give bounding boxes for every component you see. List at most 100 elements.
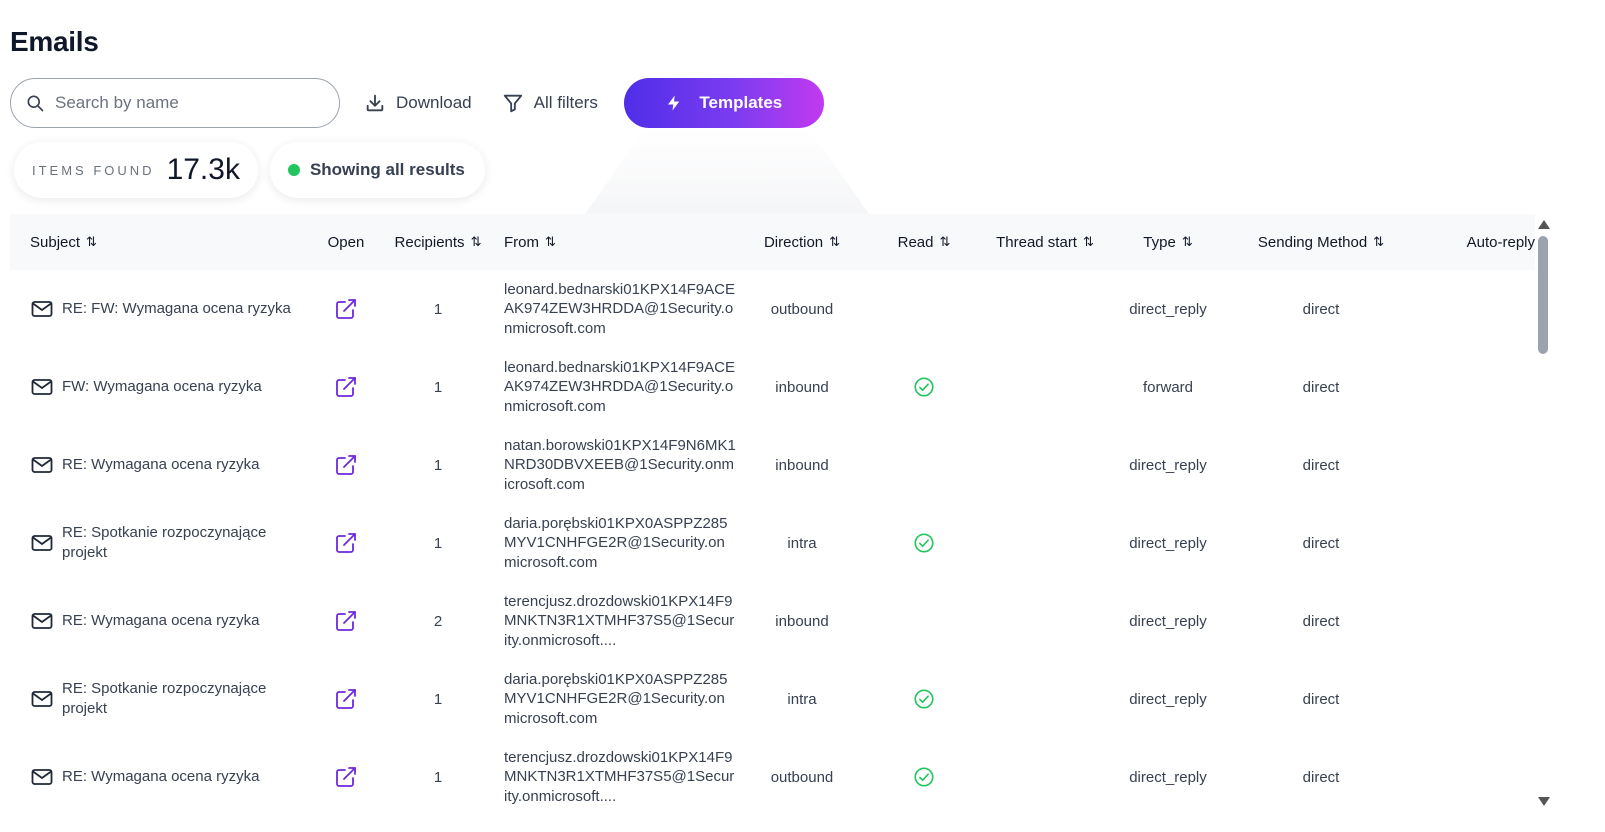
scroll-down-arrow-icon[interactable] xyxy=(1538,797,1550,806)
column-label: Direction xyxy=(763,233,824,251)
read-cell xyxy=(858,532,990,554)
sort-icon: ⇅ xyxy=(1373,234,1385,249)
column-label: Type xyxy=(1143,233,1176,251)
from-cell: natan.borowski01KPX14F9N6MK1NRD30DBVXEEB… xyxy=(496,436,746,495)
all-filters-button[interactable]: All filters xyxy=(502,78,598,128)
items-found-label: ITEMS FOUND xyxy=(32,162,155,178)
open-cell xyxy=(312,531,380,555)
direction-cell: outbound xyxy=(770,768,834,786)
column-header-direction[interactable]: Direction ⇅ xyxy=(746,234,858,251)
templates-button[interactable]: Templates xyxy=(623,78,824,128)
direction-cell: outbound xyxy=(770,300,834,318)
open-cell xyxy=(312,765,380,789)
external-link-icon[interactable] xyxy=(334,765,358,789)
table-body: RE: FW: Wymagana ocena ryzyka 1 leonard.… xyxy=(10,270,1535,814)
sort-icon: ⇅ xyxy=(86,234,97,249)
from-cell: terencjusz.drozdowski01KPX14F9MNKTN3R1XT… xyxy=(496,748,746,807)
column-header-read[interactable]: Read ⇅ xyxy=(858,234,990,251)
sort-icon: ⇅ xyxy=(1082,234,1094,249)
mail-icon xyxy=(31,535,53,551)
external-link-icon[interactable] xyxy=(334,297,358,321)
table-row[interactable]: RE: Wymagana ocena ryzyka 1 natan.borows… xyxy=(10,426,1535,504)
scroll-thumb[interactable] xyxy=(1538,236,1548,354)
subject-cell: RE: Spotkanie rozpoczynające projekt xyxy=(10,679,312,719)
sending-method-cell: direct xyxy=(1302,768,1340,786)
read-cell xyxy=(858,376,990,398)
check-circle-icon xyxy=(914,377,934,397)
search-input[interactable] xyxy=(55,93,315,113)
column-label: From xyxy=(504,233,539,251)
from-cell: terencjusz.drozdowski01KPX14F9MNKTN3R1XT… xyxy=(496,592,746,651)
templates-highlight xyxy=(582,128,872,218)
from-cell: daria.porębski01KPX0ASPPZ285MYV1CNHFGE2R… xyxy=(496,670,746,729)
type-cell: direct_reply xyxy=(1129,690,1207,708)
sort-icon: ⇅ xyxy=(545,234,556,249)
sending-method-cell: direct xyxy=(1302,456,1340,474)
sending-method-cell: direct xyxy=(1302,378,1340,396)
external-link-icon[interactable] xyxy=(334,609,358,633)
scroll-up-arrow-icon[interactable] xyxy=(1538,220,1550,229)
type-cell: direct_reply xyxy=(1129,534,1207,552)
direction-cell: intra xyxy=(787,534,817,552)
open-cell xyxy=(312,609,380,633)
subject-text: RE: Wymagana ocena ryzyka xyxy=(62,456,260,473)
column-header-type[interactable]: Type ⇅ xyxy=(1100,234,1236,251)
subject-cell: RE: Wymagana ocena ryzyka xyxy=(10,609,312,633)
recipients-cell: 1 xyxy=(433,378,443,396)
direction-cell: inbound xyxy=(775,612,829,630)
table-scrollbar[interactable] xyxy=(1536,220,1550,806)
search-box[interactable] xyxy=(10,78,340,128)
open-cell xyxy=(312,375,380,399)
column-header-sending-method[interactable]: Sending Method ⇅ xyxy=(1236,234,1406,251)
sort-icon: ⇅ xyxy=(939,234,951,249)
download-icon xyxy=(366,94,384,112)
check-circle-icon xyxy=(914,689,934,709)
from-text: daria.porębski01KPX0ASPPZ285MYV1CNHFGE2R… xyxy=(504,514,728,571)
read-cell xyxy=(858,688,990,710)
type-cell: direct_reply xyxy=(1129,768,1207,786)
subject-cell: RE: Wymagana ocena ryzyka xyxy=(10,453,312,477)
mail-icon xyxy=(31,379,53,395)
table-row[interactable]: RE: Spotkanie rozpoczynające projekt 1 d… xyxy=(10,660,1535,738)
column-header-open: Open xyxy=(312,234,380,251)
column-label: Recipients xyxy=(394,233,465,251)
subject-cell: RE: Spotkanie rozpoczynające projekt xyxy=(10,523,312,563)
all-filters-label: All filters xyxy=(533,93,598,112)
from-text: daria.porębski01KPX0ASPPZ285MYV1CNHFGE2R… xyxy=(504,670,728,727)
check-circle-icon xyxy=(914,767,934,787)
external-link-icon[interactable] xyxy=(334,453,358,477)
mail-icon xyxy=(31,769,53,785)
external-link-icon[interactable] xyxy=(334,375,358,399)
column-header-from[interactable]: From ⇅ xyxy=(496,234,746,251)
type-cell: forward xyxy=(1142,378,1194,396)
table-row[interactable]: RE: Wymagana ocena ryzyka 1 terencjusz.d… xyxy=(10,738,1535,814)
type-cell: direct_reply xyxy=(1129,300,1207,318)
open-cell xyxy=(312,297,380,321)
subject-cell: FW: Wymagana ocena ryzyka xyxy=(10,375,312,399)
column-header-subject[interactable]: Subject ⇅ xyxy=(10,234,312,251)
recipients-cell: 1 xyxy=(433,768,443,786)
toolbar: Download All filters Templates xyxy=(10,78,824,128)
from-text: natan.borowski01KPX14F9N6MK1NRD30DBVXEEB… xyxy=(504,436,736,493)
download-button[interactable]: Download xyxy=(364,78,472,128)
items-found-pill: ITEMS FOUND 17.3k xyxy=(14,142,258,198)
column-header-recipients[interactable]: Recipients ⇅ xyxy=(380,234,496,251)
table-row[interactable]: RE: Wymagana ocena ryzyka 2 terencjusz.d… xyxy=(10,582,1535,660)
read-cell xyxy=(858,766,990,788)
column-label: Sending Method xyxy=(1257,233,1368,251)
external-link-icon[interactable] xyxy=(334,531,358,555)
sending-method-cell: direct xyxy=(1302,534,1340,552)
table-row[interactable]: RE: FW: Wymagana ocena ryzyka 1 leonard.… xyxy=(10,270,1535,348)
from-cell: leonard.bednarski01KPX14F9ACEAK974ZEW3HR… xyxy=(496,358,746,417)
download-label: Download xyxy=(396,93,472,112)
table-row[interactable]: RE: Spotkanie rozpoczynające projekt 1 d… xyxy=(10,504,1535,582)
table-row[interactable]: FW: Wymagana ocena ryzyka 1 leonard.bedn… xyxy=(10,348,1535,426)
column-header-thread-start[interactable]: Thread start ⇅ xyxy=(990,234,1100,251)
column-header-auto-reply[interactable]: Auto-reply xyxy=(1406,234,1535,251)
open-cell xyxy=(312,453,380,477)
external-link-icon[interactable] xyxy=(334,687,358,711)
check-circle-icon xyxy=(914,533,934,553)
direction-cell: inbound xyxy=(775,456,829,474)
mail-icon xyxy=(31,691,53,707)
page-title: Emails xyxy=(10,26,99,57)
